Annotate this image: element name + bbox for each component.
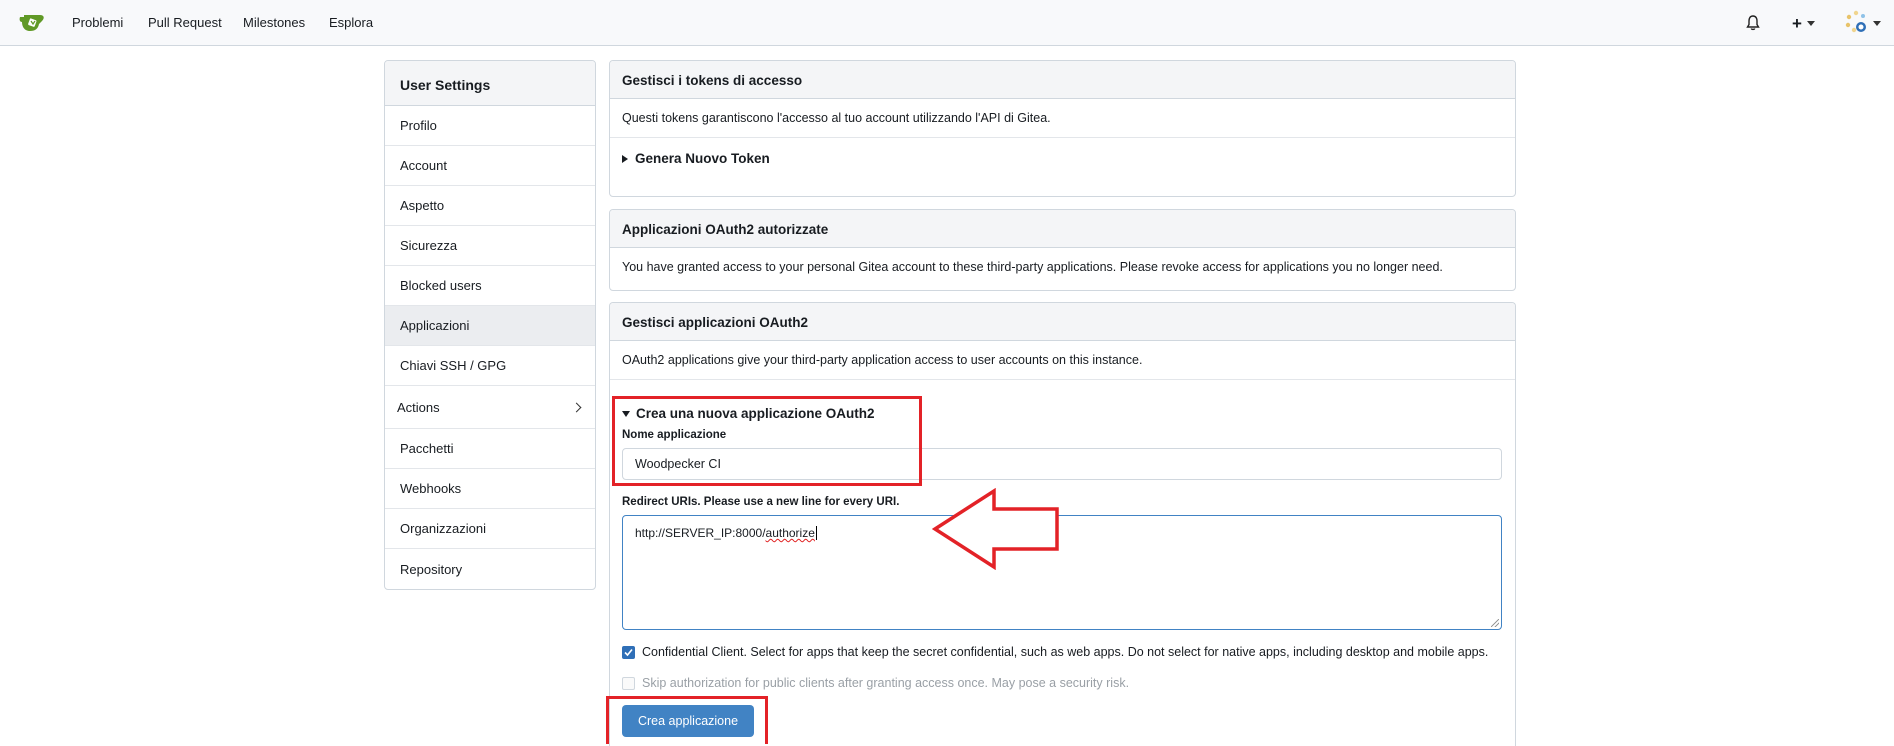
sidebar-item-repository[interactable]: Repository <box>385 549 595 589</box>
create-new-dropdown[interactable]: + <box>1792 12 1815 34</box>
sidebar-item-blocked-users[interactable]: Blocked users <box>385 266 595 306</box>
sidebar-item-organizzazioni[interactable]: Organizzazioni <box>385 509 595 549</box>
redirect-uri-prefix: http://SERVER_IP:8000/ <box>635 526 766 540</box>
plus-icon: + <box>1792 13 1802 33</box>
sidebar-item-label: Account <box>400 158 447 173</box>
skip-authorization-label: Skip authorization for public clients af… <box>642 676 1130 690</box>
authorized-apps-description: You have granted access to your personal… <box>622 260 1443 274</box>
confidential-client-checkbox[interactable] <box>622 645 635 659</box>
redirect-uris-label: Redirect URIs. Please use a new line for… <box>622 496 900 508</box>
sidebar-item-label: Pacchetti <box>400 441 454 456</box>
sidebar-item-webhooks[interactable]: Webhooks <box>385 469 595 509</box>
annotation-arrow-icon <box>932 488 1059 570</box>
nav-esplora[interactable]: Esplora <box>329 15 373 30</box>
avatar <box>1844 10 1868 37</box>
sidebar-item-actions[interactable]: Actions <box>385 386 595 429</box>
sidebar-item-pacchetti[interactable]: Pacchetti <box>385 429 595 469</box>
nav-pull-request[interactable]: Pull Request <box>148 15 222 30</box>
confidential-client-label: Confidential Client. Select for apps tha… <box>642 645 1489 659</box>
sidebar-item-label: Actions <box>397 399 440 415</box>
sidebar-item-label: Organizzazioni <box>400 521 486 536</box>
sidebar-item-label: Chiavi SSH / GPG <box>400 358 507 373</box>
redirect-uris-textarea[interactable]: http://SERVER_IP:8000/authorize <box>622 515 1502 630</box>
sidebar-item-label: Blocked users <box>400 278 482 293</box>
sidebar-item-applicazioni[interactable]: Applicazioni <box>385 306 595 346</box>
skip-authorization-option: Skip authorization for public clients af… <box>622 676 1129 690</box>
sidebar-item-aspetto[interactable]: Aspetto <box>385 186 595 226</box>
chevron-down-icon <box>1873 20 1881 26</box>
manage-oauth2-panel: Gestisci applicazioni OAuth2 OAuth2 appl… <box>609 302 1516 746</box>
annotation-box-create-button <box>606 696 768 744</box>
resize-grip-icon[interactable] <box>1491 619 1499 627</box>
nav-milestones[interactable]: Milestones <box>243 15 305 30</box>
redirect-uri-suffix: authorize <box>765 526 815 540</box>
top-navbar: Problemi Pull Request Milestones Esplora… <box>0 0 1894 46</box>
skip-authorization-checkbox <box>622 676 635 690</box>
tokens-panel: Gestisci i tokens di accesso Questi toke… <box>609 60 1516 197</box>
sidebar-item-label: Applicazioni <box>400 318 470 333</box>
triangle-right-icon <box>622 154 628 163</box>
user-menu-dropdown[interactable] <box>1844 10 1881 37</box>
sidebar-item-label: Webhooks <box>400 481 462 496</box>
chevron-right-icon <box>571 402 582 412</box>
chevron-down-icon <box>1806 20 1815 26</box>
sidebar-title: User Settings <box>385 61 595 106</box>
sidebar-item-chiavi-ssh-gpg[interactable]: Chiavi SSH / GPG <box>385 346 595 386</box>
generate-token-label: Genera Nuovo Token <box>635 151 770 166</box>
manage-oauth2-title: Gestisci applicazioni OAuth2 <box>610 303 1515 341</box>
sidebar-item-profilo[interactable]: Profilo <box>385 106 595 146</box>
authorized-apps-panel: Applicazioni OAuth2 autorizzate You have… <box>609 209 1516 291</box>
settings-sidebar: User Settings Profilo Account Aspetto Si… <box>384 60 596 590</box>
sidebar-item-label: Repository <box>400 561 463 577</box>
sidebar-item-sicurezza[interactable]: Sicurezza <box>385 226 595 266</box>
gitea-logo-icon[interactable] <box>18 12 46 34</box>
generate-token-summary[interactable]: Genera Nuovo Token <box>610 138 1515 179</box>
manage-oauth2-description: OAuth2 applications give your third-part… <box>610 341 1515 380</box>
sidebar-item-label: Aspetto <box>400 198 445 213</box>
sidebar-item-label: Sicurezza <box>400 238 458 253</box>
annotation-box-app-name <box>612 396 922 486</box>
tokens-description: Questi tokens garantiscono l'accesso al … <box>610 99 1515 138</box>
tokens-title: Gestisci i tokens di accesso <box>610 61 1515 99</box>
nav-problemi[interactable]: Problemi <box>72 15 123 30</box>
bell-icon[interactable] <box>1746 12 1760 34</box>
confidential-client-option[interactable]: Confidential Client. Select for apps tha… <box>622 645 1488 659</box>
sidebar-item-account[interactable]: Account <box>385 146 595 186</box>
sidebar-item-label: Profilo <box>400 118 437 133</box>
authorized-apps-title: Applicazioni OAuth2 autorizzate <box>610 210 1515 248</box>
text-cursor <box>815 526 817 540</box>
